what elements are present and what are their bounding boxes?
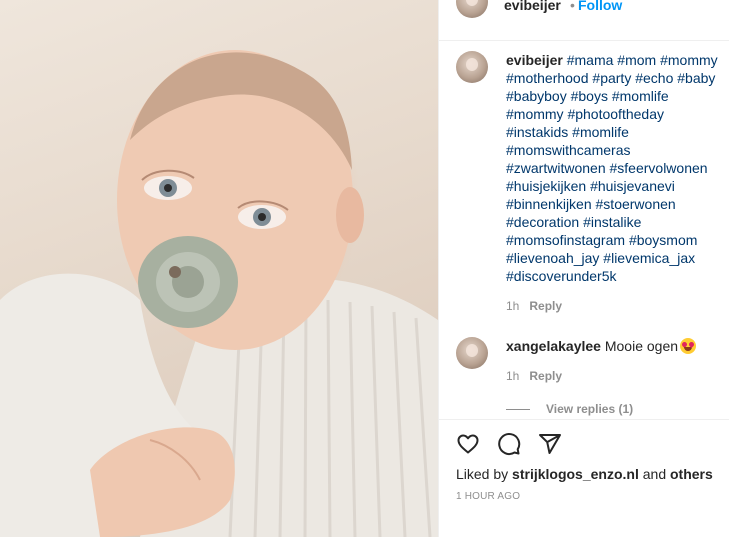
post-image[interactable] xyxy=(0,0,438,537)
hashtag-link[interactable]: #mommy xyxy=(506,106,564,122)
hashtag-link[interactable]: #instakids xyxy=(506,124,568,140)
actions-divider xyxy=(439,419,729,420)
hashtag-link[interactable]: #zwartwitwonen xyxy=(506,160,606,176)
heart-eyes-emoji-icon xyxy=(680,338,697,354)
likes-summary: Liked by strijklogos_enzo.nl and others xyxy=(456,466,713,482)
hashtag-link[interactable]: #instalike xyxy=(583,214,641,230)
separator-dot: • xyxy=(570,0,575,13)
commenter-avatar[interactable] xyxy=(456,337,488,369)
hashtag-link[interactable]: #momlife xyxy=(572,124,629,140)
hashtag-link[interactable]: #lievemica_jax xyxy=(603,250,695,266)
author-username[interactable]: evibeijer xyxy=(504,0,561,13)
comment-text: Mooie ogen xyxy=(604,338,679,354)
hashtag-link[interactable]: #huisjekijken xyxy=(506,178,586,194)
post-timestamp[interactable]: 1 HOUR AGO xyxy=(456,491,520,502)
caption-reply-button[interactable]: Reply xyxy=(529,299,562,313)
baby-photo xyxy=(0,50,438,537)
hashtag-link[interactable]: #boys xyxy=(571,88,608,104)
caption-username[interactable]: evibeijer xyxy=(506,52,563,68)
likes-others[interactable]: others xyxy=(670,466,713,482)
likes-prefix: Liked by xyxy=(456,466,509,482)
post-sidebar: evibeijer • Follow evibeijer #mama #mom … xyxy=(438,0,729,537)
caption-time: 1h xyxy=(506,299,520,313)
hashtag-link[interactable]: #mom xyxy=(617,52,656,68)
view-replies-label: View replies (1) xyxy=(546,402,634,416)
comment: xangelakaylee Mooie ogen xyxy=(506,337,697,355)
follow-button[interactable]: Follow xyxy=(578,0,622,13)
author-avatar[interactable] xyxy=(456,0,488,18)
heart-icon[interactable] xyxy=(456,432,480,456)
hashtag-link[interactable]: #motherhood xyxy=(506,70,589,86)
likes-user[interactable]: strijklogos_enzo.nl xyxy=(512,466,639,482)
hashtag-link[interactable]: #sfeervolwonen xyxy=(610,160,708,176)
hashtag-link[interactable]: #baby xyxy=(677,70,715,86)
hashtag-link[interactable]: #decoration xyxy=(506,214,579,230)
hashtag-link[interactable]: #lievenoah_jay xyxy=(506,250,599,266)
hashtag-link[interactable]: #binnenkijken xyxy=(506,196,592,212)
comment-reply-button[interactable]: Reply xyxy=(529,369,562,383)
hashtag-link[interactable]: #boysmom xyxy=(629,232,697,248)
hashtag-link[interactable]: #babyboy xyxy=(506,88,567,104)
caption-meta: 1h Reply xyxy=(506,299,562,313)
hashtag-link[interactable]: #stoerwonen xyxy=(596,196,676,212)
hashtag-link[interactable]: #echo xyxy=(635,70,673,86)
hashtag-link[interactable]: #momlife xyxy=(612,88,669,104)
hashtag-link[interactable]: #mama xyxy=(567,52,614,68)
hashtag-link[interactable]: #discoverunder5k xyxy=(506,268,617,284)
view-replies-button[interactable]: View replies (1) xyxy=(506,402,633,416)
header-divider xyxy=(439,40,729,41)
caption: evibeijer #mama #mom #mommy #motherhood … xyxy=(506,51,721,285)
comment-meta: 1h Reply xyxy=(506,369,562,383)
hashtag-link[interactable]: #momswithcameras xyxy=(506,142,630,158)
comment-username[interactable]: xangelakaylee xyxy=(506,338,601,354)
replies-line xyxy=(506,409,530,411)
hashtag-link[interactable]: #huisjevanevi xyxy=(590,178,675,194)
likes-conjunction: and xyxy=(642,466,667,482)
hashtag-link[interactable]: #party xyxy=(592,70,631,86)
hashtag-link[interactable]: #momsofinstagram xyxy=(506,232,625,248)
comment-icon[interactable] xyxy=(497,432,521,456)
hashtag-link[interactable]: #mommy xyxy=(660,52,718,68)
hashtag-list: #mama #mom #mommy #motherhood #party #ec… xyxy=(506,52,718,284)
comment-time: 1h xyxy=(506,369,520,383)
caption-author-avatar[interactable] xyxy=(456,51,488,83)
hashtag-link[interactable]: #photooftheday xyxy=(567,106,664,122)
share-icon[interactable] xyxy=(538,432,562,456)
